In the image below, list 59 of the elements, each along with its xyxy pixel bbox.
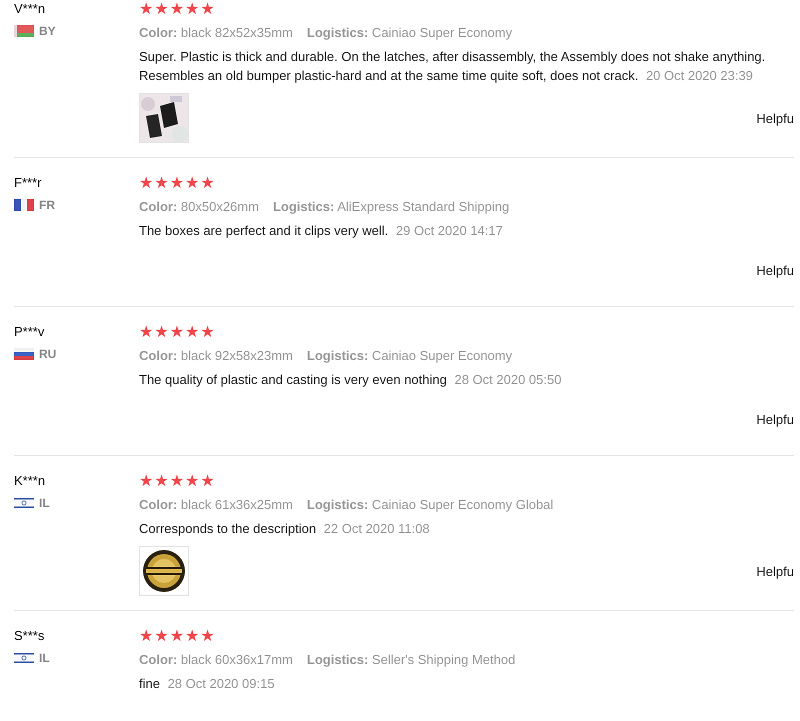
reviewer-name: K***n (14, 472, 46, 490)
flag-icon (14, 199, 34, 211)
star-icon: ★ (170, 0, 184, 18)
flag-icon (14, 497, 34, 509)
reviewer-name: S***s (14, 627, 46, 645)
star-icon: ★ (154, 0, 169, 18)
star-icon: ★ (139, 0, 154, 18)
star-icon: ★ (139, 472, 154, 490)
star-icon: ★ (154, 323, 169, 341)
star-icon: ★ (170, 323, 184, 341)
color-attribute: Color: black 60x36x17mm (139, 651, 293, 669)
country-code: IL (39, 651, 50, 665)
helpful-button[interactable]: Helpfu (756, 110, 794, 126)
star-icon: ★ (200, 472, 215, 490)
flag-icon (14, 652, 34, 664)
reviewer-name: F***r (14, 174, 42, 192)
country-code: IL (39, 496, 50, 510)
star-icon: ★ (185, 323, 200, 341)
reviewer-name: V***n (14, 0, 46, 18)
country-code: BY (39, 24, 56, 38)
logistics-attribute: Logistics: AliExpress Standard Shipping (272, 198, 510, 216)
helpful-button[interactable]: Helpfu (756, 262, 794, 278)
logistics-attribute: Logistics: Cainiao Super Economy (306, 347, 512, 365)
country-code: RU (39, 347, 56, 361)
star-icon: ★ (170, 472, 184, 490)
color-attribute: Color: 80x50x26mm (139, 198, 259, 216)
reviewer-name: P***v (14, 323, 46, 341)
review-text: The boxes are perfect and it clips very well. 29 Oct 2020 14:17 (139, 222, 504, 240)
review-text: The quality of plastic and casting is very even nothing 28 Oct 2020 05:50 (139, 371, 562, 389)
logistics-attribute: Logistics: Cainiao Super Economy (306, 24, 512, 42)
star-icon: ★ (154, 472, 169, 490)
star-icon: ★ (139, 174, 154, 192)
star-icon: ★ (185, 472, 200, 490)
color-attribute: Color: black 92x58x23mm (139, 347, 293, 365)
star-icon: ★ (154, 174, 169, 192)
color-attribute: Color: black 82x52x35mm (139, 24, 293, 42)
star-icon: ★ (170, 627, 184, 645)
star-icon: ★ (185, 0, 200, 18)
country-code: FR (39, 198, 55, 212)
review-text: Super. Plastic is thick and durable. On the latches, after disassembly, the Assembly does not shake anything. Resembles an old bumper plastic-hard and at the same time quite soft, does not crack. 20 Oct 2020 23:39 (139, 48, 766, 85)
review-text: fine 28 Oct 2020 09:15 (139, 675, 276, 693)
star-icon: ★ (185, 627, 200, 645)
color-attribute: Color: black 61x36x25mm (139, 496, 293, 514)
star-icon: ★ (200, 627, 215, 645)
helpful-button[interactable]: Helpfu (756, 412, 794, 426)
helpful-button[interactable]: Helpfu (756, 564, 794, 578)
star-icon: ★ (185, 174, 200, 192)
logistics-attribute: Logistics: Cainiao Super Economy Global (306, 496, 554, 514)
review-text: Corresponds to the description 22 Oct 2020 11:08 (139, 520, 431, 538)
star-icon: ★ (170, 174, 184, 192)
star-icon: ★ (200, 323, 215, 341)
star-icon: ★ (200, 0, 215, 18)
star-icon: ★ (200, 174, 215, 192)
star-icon: ★ (154, 627, 169, 645)
star-icon: ★ (139, 323, 154, 341)
star-icon: ★ (139, 627, 154, 645)
flag-icon (14, 25, 34, 37)
flag-icon (14, 348, 34, 360)
logistics-attribute: Logistics: Seller's Shipping Method (306, 651, 516, 669)
